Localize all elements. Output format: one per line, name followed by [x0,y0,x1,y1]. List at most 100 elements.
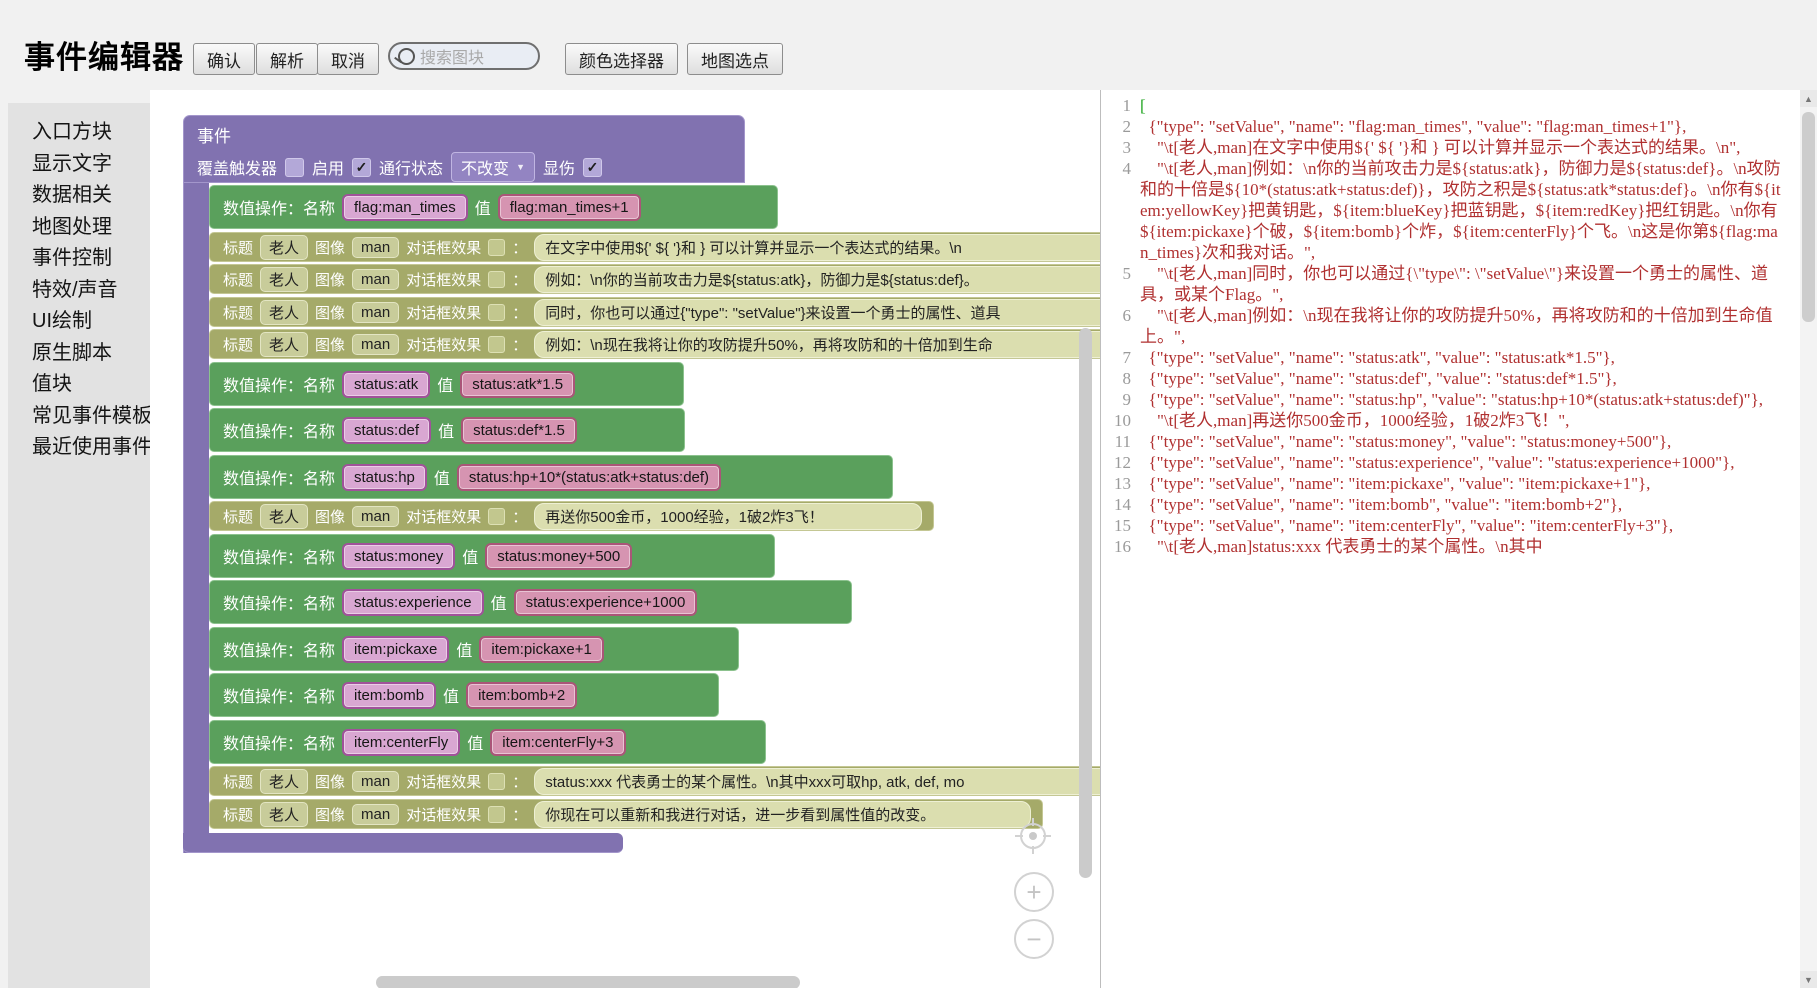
scrollbar-thumb[interactable] [1802,112,1815,322]
line-content[interactable]: {"type": "setValue", "name": "status:exp… [1140,452,1817,473]
scroll-up-icon[interactable]: ▲ [1800,90,1817,107]
image-field[interactable]: man [352,804,399,825]
image-field[interactable]: man [352,334,399,355]
dialog-effect-checkbox[interactable] [488,773,505,790]
value-field[interactable]: item:pickaxe+1 [479,636,603,663]
block-showtext[interactable]: 标题老人图像man对话框效果：同时，你也可以通过{"type": "setVal… [209,297,1100,327]
line-content[interactable]: "\t[老人,man]同时，你也可以通过{\"type\": \"setValu… [1140,263,1817,305]
parse-button[interactable]: 解析 [256,43,318,75]
name-field[interactable]: status:money [342,543,455,570]
workspace-horizontal-scrollbar[interactable] [376,976,800,988]
confirm-button[interactable]: 确认 [193,43,255,75]
value-field[interactable]: item:bomb+2 [466,682,577,709]
zoom-reset-button[interactable] [1014,817,1052,855]
line-content[interactable]: {"type": "setValue", "name": "status:atk… [1140,347,1817,368]
text-content-field[interactable]: status:xxx 代表勇士的某个属性。\n其中xxx可取hp, atk, d… [534,768,1100,795]
value-field[interactable]: item:centerFly+3 [490,729,625,756]
image-field[interactable]: man [352,302,399,323]
sidebar-category-常见事件模板[interactable]: 常见事件模板 [32,401,150,433]
block-setvalue[interactable]: 数值操作：名称status:hp值status:hp+10*(status:at… [209,455,893,499]
code-panel-scrollbar[interactable]: ▲ ▼ [1800,90,1817,988]
color-picker-button[interactable]: 颜色选择器 [565,43,678,75]
image-field[interactable]: man [352,269,399,290]
blockly-workspace[interactable]: 事件 覆盖触发器 启用 ✓ 通行状态 不改变 ▼ 显伤 ✓ 数值操作：名称fla… [150,90,1100,988]
title-field[interactable]: 老人 [260,504,308,529]
display-damage-checkbox[interactable]: ✓ [583,158,602,177]
title-field[interactable]: 老人 [260,300,308,325]
name-field[interactable]: status:def [342,417,431,444]
text-content-field[interactable]: 再送你500金币，1000经验，1破2炸3飞！ [534,503,922,530]
text-content-field[interactable]: 在文字中使用${' ${ '}和 } 可以计算并显示一个表达式的结果。\n [534,234,1100,261]
cancel-button[interactable]: 取消 [317,43,379,75]
block-setvalue[interactable]: 数值操作：名称item:centerFly值item:centerFly+3 [209,720,766,764]
sidebar-category-原生脚本[interactable]: 原生脚本 [32,338,150,370]
name-field[interactable]: item:bomb [342,682,436,709]
name-field[interactable]: status:hp [342,464,427,491]
value-field[interactable]: status:hp+10*(status:atk+status:def) [457,464,721,491]
text-content-field[interactable]: 例如：\n现在我将让你的攻防提升50%，再将攻防和的十倍加到生命 [534,331,1100,358]
block-showtext[interactable]: 标题老人图像man对话框效果：再送你500金币，1000经验，1破2炸3飞！ [209,501,934,531]
line-content[interactable]: "\t[老人,man]status:xxx 代表勇士的某个属性。\n其中 [1140,536,1817,557]
dialog-effect-checkbox[interactable] [488,239,505,256]
block-setvalue[interactable]: 数值操作：名称status:experience值status:experien… [209,580,852,624]
sidebar-category-特效/声音[interactable]: 特效/声音 [32,275,150,307]
line-content[interactable]: "\t[老人,man]再送你500金币，1000经验，1破2炸3飞！", [1140,410,1817,431]
title-field[interactable]: 老人 [260,267,308,292]
dialog-effect-checkbox[interactable] [488,508,505,525]
event-block-header[interactable]: 事件 覆盖触发器 启用 ✓ 通行状态 不改变 ▼ 显伤 ✓ [183,115,745,183]
sidebar-category-最近使用事件[interactable]: 最近使用事件 [32,432,150,464]
text-content-field[interactable]: 例如：\n你的当前攻击力是${status:atk}，防御力是${status:… [534,266,1100,293]
name-field[interactable]: flag:man_times [342,194,468,221]
value-field[interactable]: flag:man_times+1 [498,194,641,221]
block-setvalue[interactable]: 数值操作：名称status:def值status:def*1.5 [209,408,685,452]
block-showtext[interactable]: 标题老人图像man对话框效果：例如：\n你的当前攻击力是${status:atk… [209,264,1100,294]
sidebar-category-地图处理[interactable]: 地图处理 [32,212,150,244]
line-content[interactable]: {"type": "setValue", "name": "status:hp"… [1140,389,1817,410]
value-field[interactable]: status:atk*1.5 [460,371,575,398]
pass-state-dropdown[interactable]: 不改变 ▼ [451,152,535,182]
override-trigger-checkbox[interactable] [285,158,304,177]
image-field[interactable]: man [352,771,399,792]
dialog-effect-checkbox[interactable] [488,271,505,288]
dialog-effect-checkbox[interactable] [488,806,505,823]
block-setvalue[interactable]: 数值操作：名称flag:man_times值flag:man_times+1 [209,185,778,229]
sidebar-category-显示文字[interactable]: 显示文字 [32,149,150,181]
title-field[interactable]: 老人 [260,235,308,260]
dialog-effect-checkbox[interactable] [488,304,505,321]
name-field[interactable]: status:experience [342,589,484,616]
dialog-effect-checkbox[interactable] [488,336,505,353]
json-code-editor[interactable]: 1[2 {"type": "setValue", "name": "flag:m… [1100,90,1817,988]
block-showtext[interactable]: 标题老人图像man对话框效果：例如：\n现在我将让你的攻防提升50%，再将攻防和… [209,329,1100,359]
block-setvalue[interactable]: 数值操作：名称item:bomb值item:bomb+2 [209,673,719,717]
block-setvalue[interactable]: 数值操作：名称item:pickaxe值item:pickaxe+1 [209,627,739,671]
image-field[interactable]: man [352,506,399,527]
title-field[interactable]: 老人 [260,332,308,357]
line-content[interactable]: {"type": "setValue", "name": "item:picka… [1140,473,1817,494]
sidebar-category-事件控制[interactable]: 事件控制 [32,243,150,275]
sidebar-category-入口方块[interactable]: 入口方块 [32,117,150,149]
sidebar-category-数据相关[interactable]: 数据相关 [32,180,150,212]
line-content[interactable]: {"type": "setValue", "name": "status:def… [1140,368,1817,389]
value-field[interactable]: status:money+500 [485,543,632,570]
title-field[interactable]: 老人 [260,802,308,827]
line-content[interactable]: {"type": "setValue", "name": "flag:man_t… [1140,116,1817,137]
title-field[interactable]: 老人 [260,769,308,794]
image-field[interactable]: man [352,237,399,258]
text-content-field[interactable]: 同时，你也可以通过{"type": "setValue"}来设置一个勇士的属性、… [534,299,1100,326]
name-field[interactable]: item:pickaxe [342,636,449,663]
line-content[interactable]: "\t[老人,man]例如：\n现在我将让你的攻防提升50%，再将攻防和的十倍加… [1140,305,1817,347]
line-content[interactable]: {"type": "setValue", "name": "item:bomb"… [1140,494,1817,515]
scroll-down-icon[interactable]: ▼ [1800,971,1817,988]
value-field[interactable]: status:experience+1000 [514,589,698,616]
enable-checkbox[interactable]: ✓ [352,158,371,177]
workspace-vertical-scrollbar[interactable] [1079,328,1092,878]
block-setvalue[interactable]: 数值操作：名称status:atk值status:atk*1.5 [209,362,684,406]
text-content-field[interactable]: 你现在可以重新和我进行对话，进一步看到属性值的改变。 [534,801,1031,828]
line-content[interactable]: "\t[老人,man]例如：\n你的当前攻击力是${status:atk}，防御… [1140,158,1817,263]
block-showtext[interactable]: 标题老人图像man对话框效果：你现在可以重新和我进行对话，进一步看到属性值的改变… [209,799,1043,829]
map-pick-button[interactable]: 地图选点 [687,43,783,75]
search-input[interactable]: 搜索图块 [388,42,540,70]
block-showtext[interactable]: 标题老人图像man对话框效果：status:xxx 代表勇士的某个属性。\n其中… [209,766,1100,796]
line-content[interactable]: [ [1140,95,1817,116]
line-content[interactable]: {"type": "setValue", "name": "status:mon… [1140,431,1817,452]
